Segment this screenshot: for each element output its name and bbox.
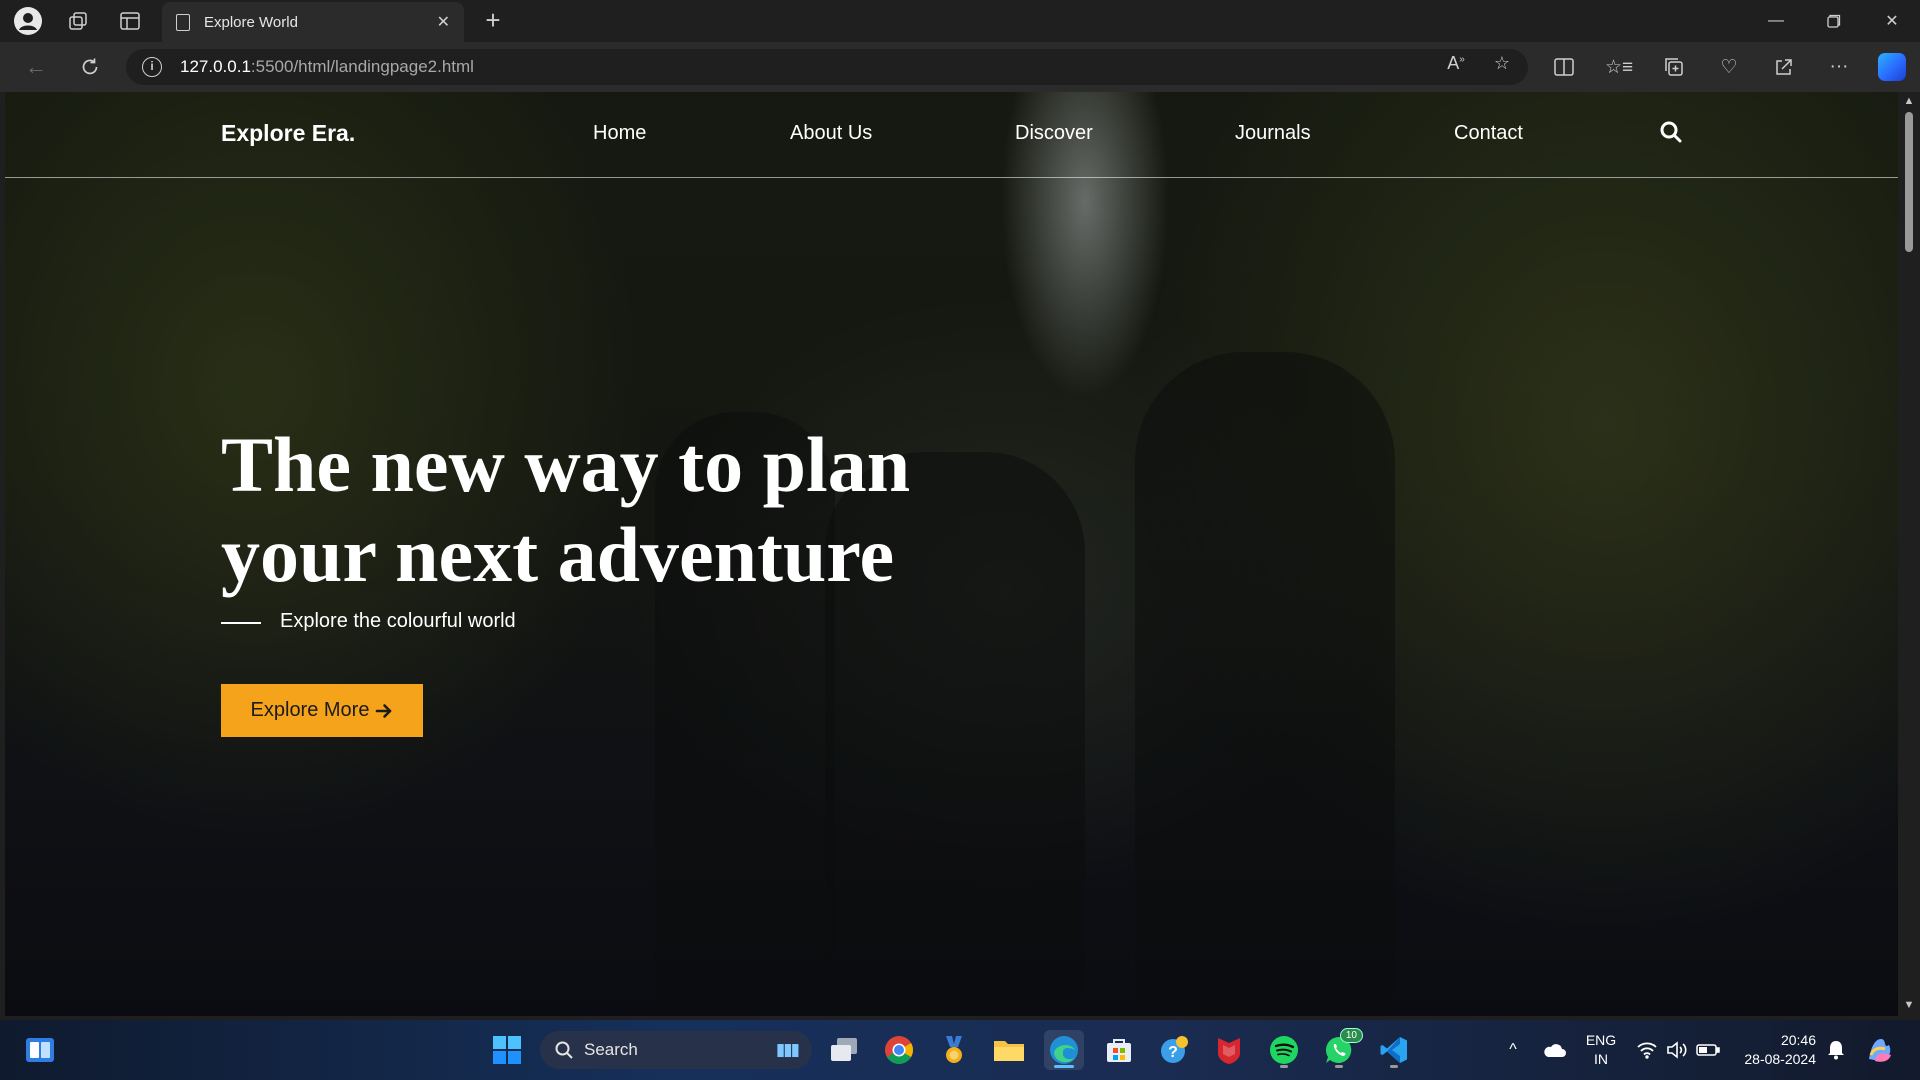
copilot-icon[interactable] xyxy=(1878,53,1906,81)
spotify-icon[interactable] xyxy=(1264,1030,1304,1070)
taskbar-search-label: Search xyxy=(584,1040,638,1059)
arrow-right-icon xyxy=(376,703,392,718)
search-icon[interactable] xyxy=(1659,120,1683,144)
help-icon[interactable]: ? xyxy=(1154,1030,1194,1070)
nav-about-us[interactable]: About Us xyxy=(790,122,872,145)
show-hidden-icons-icon[interactable]: ^ xyxy=(1493,1030,1533,1070)
region-code: IN xyxy=(1594,1051,1608,1067)
explore-more-button[interactable]: Explore More xyxy=(221,684,423,737)
chrome-icon[interactable] xyxy=(879,1030,919,1070)
clock-date: 28-08-2024 xyxy=(1744,1051,1816,1067)
whatsapp-badge: 10 xyxy=(1339,1028,1363,1043)
language-indicator[interactable]: ENG IN xyxy=(1584,1031,1618,1069)
windows-start-icon[interactable] xyxy=(487,1030,527,1070)
microsoft-store-icon[interactable] xyxy=(1099,1030,1139,1070)
scroll-thumb[interactable] xyxy=(1905,112,1913,252)
notifications-bell-icon[interactable] xyxy=(1816,1030,1856,1070)
favorites-icon[interactable]: ☆≡ xyxy=(1598,42,1640,92)
widgets-icon[interactable] xyxy=(20,1030,60,1070)
nav-contact[interactable]: Contact xyxy=(1454,122,1523,145)
restore-icon[interactable] xyxy=(1806,0,1862,42)
url-path: :5500/html/landingpage2.html xyxy=(250,57,474,76)
explore-more-label: Explore More xyxy=(250,699,370,721)
scroll-up-icon[interactable]: ▲ xyxy=(1898,92,1920,110)
url-input[interactable]: i 127.0.0.1:5500/html/landingpage2.html … xyxy=(126,49,1528,85)
whatsapp-icon[interactable]: 10 xyxy=(1319,1028,1363,1070)
clock-time: 20:46 xyxy=(1780,1032,1816,1048)
system-clock[interactable]: 20:46 28-08-2024 xyxy=(1736,1031,1816,1069)
refresh-icon[interactable] xyxy=(68,42,112,92)
running-indicator xyxy=(1280,1065,1288,1068)
workspaces-icon[interactable] xyxy=(50,0,106,42)
browser-tab[interactable]: Explore World ✕ xyxy=(162,2,464,42)
vscode-icon[interactable] xyxy=(1374,1030,1414,1070)
new-tab-button[interactable]: + xyxy=(478,6,508,36)
page-icon xyxy=(176,13,190,31)
hero-headline-line2: your next adventure xyxy=(221,511,895,598)
close-tab-icon[interactable]: ✕ xyxy=(437,12,450,32)
running-indicator xyxy=(1390,1065,1398,1068)
split-screen-icon[interactable] xyxy=(1543,42,1585,92)
tagline-divider xyxy=(221,622,261,624)
favorite-star-icon[interactable]: ☆ xyxy=(1488,53,1516,74)
site-navbar: Explore Era. Home About Us Discover Jour… xyxy=(5,92,1898,178)
nav-discover[interactable]: Discover xyxy=(1015,122,1093,145)
minimize-icon[interactable]: — xyxy=(1748,0,1804,42)
nav-home[interactable]: Home xyxy=(593,122,646,145)
page-viewport: Explore Era. Home About Us Discover Jour… xyxy=(5,92,1898,1016)
title-bar: Explore World ✕ + — ✕ xyxy=(0,0,1920,42)
edge-icon[interactable] xyxy=(1044,1030,1084,1070)
search-highlight-icon: ▮▮▮ xyxy=(775,1040,800,1059)
svg-text:?: ? xyxy=(1168,1044,1178,1061)
site-info-icon[interactable]: i xyxy=(142,57,162,77)
hero-headline: The new way to plan your next adventure xyxy=(221,420,1041,600)
taskbar-search-input[interactable]: Search ▮▮▮ xyxy=(540,1031,812,1069)
battery-icon[interactable] xyxy=(1688,1030,1728,1070)
rewards-medal-icon[interactable] xyxy=(934,1030,974,1070)
more-options-icon[interactable]: ··· xyxy=(1818,42,1860,92)
address-bar-row: ← i 127.0.0.1:5500/html/landingpage2.htm… xyxy=(0,42,1920,92)
browser-essentials-icon[interactable]: ♡ xyxy=(1708,42,1750,92)
back-icon[interactable]: ← xyxy=(14,42,58,92)
onedrive-icon[interactable] xyxy=(1534,1030,1574,1070)
active-indicator xyxy=(1054,1065,1074,1068)
taskbar: Search ▮▮▮ ? 10 ^ ENG IN 20:46 28-08-202… xyxy=(0,1020,1920,1080)
url-host: 127.0.0.1 xyxy=(180,57,251,76)
scroll-down-icon[interactable]: ▼ xyxy=(1898,996,1920,1014)
copilot-pre-icon[interactable] xyxy=(1860,1030,1900,1070)
task-view-icon[interactable] xyxy=(824,1030,864,1070)
mcafee-icon[interactable] xyxy=(1209,1030,1249,1070)
site-logo[interactable]: Explore Era. xyxy=(221,120,355,147)
search-icon xyxy=(555,1041,573,1059)
file-explorer-icon[interactable] xyxy=(989,1030,1029,1070)
language-code: ENG xyxy=(1585,1032,1617,1048)
close-window-icon[interactable]: ✕ xyxy=(1864,0,1920,42)
tab-title: Explore World xyxy=(204,13,298,31)
running-indicator xyxy=(1335,1065,1343,1068)
read-aloud-icon[interactable]: A» xyxy=(1442,53,1470,74)
vertical-tabs-icon[interactable] xyxy=(102,0,158,42)
share-icon[interactable] xyxy=(1763,42,1805,92)
hero-tagline: Explore the colourful world xyxy=(280,610,516,632)
page-scrollbar[interactable]: ▲ ▼ xyxy=(1898,92,1920,1016)
hero-headline-line1: The new way to plan xyxy=(221,421,911,508)
collections-icon[interactable] xyxy=(1653,42,1695,92)
profile-icon[interactable] xyxy=(0,0,56,42)
nav-journals[interactable]: Journals xyxy=(1235,122,1311,145)
